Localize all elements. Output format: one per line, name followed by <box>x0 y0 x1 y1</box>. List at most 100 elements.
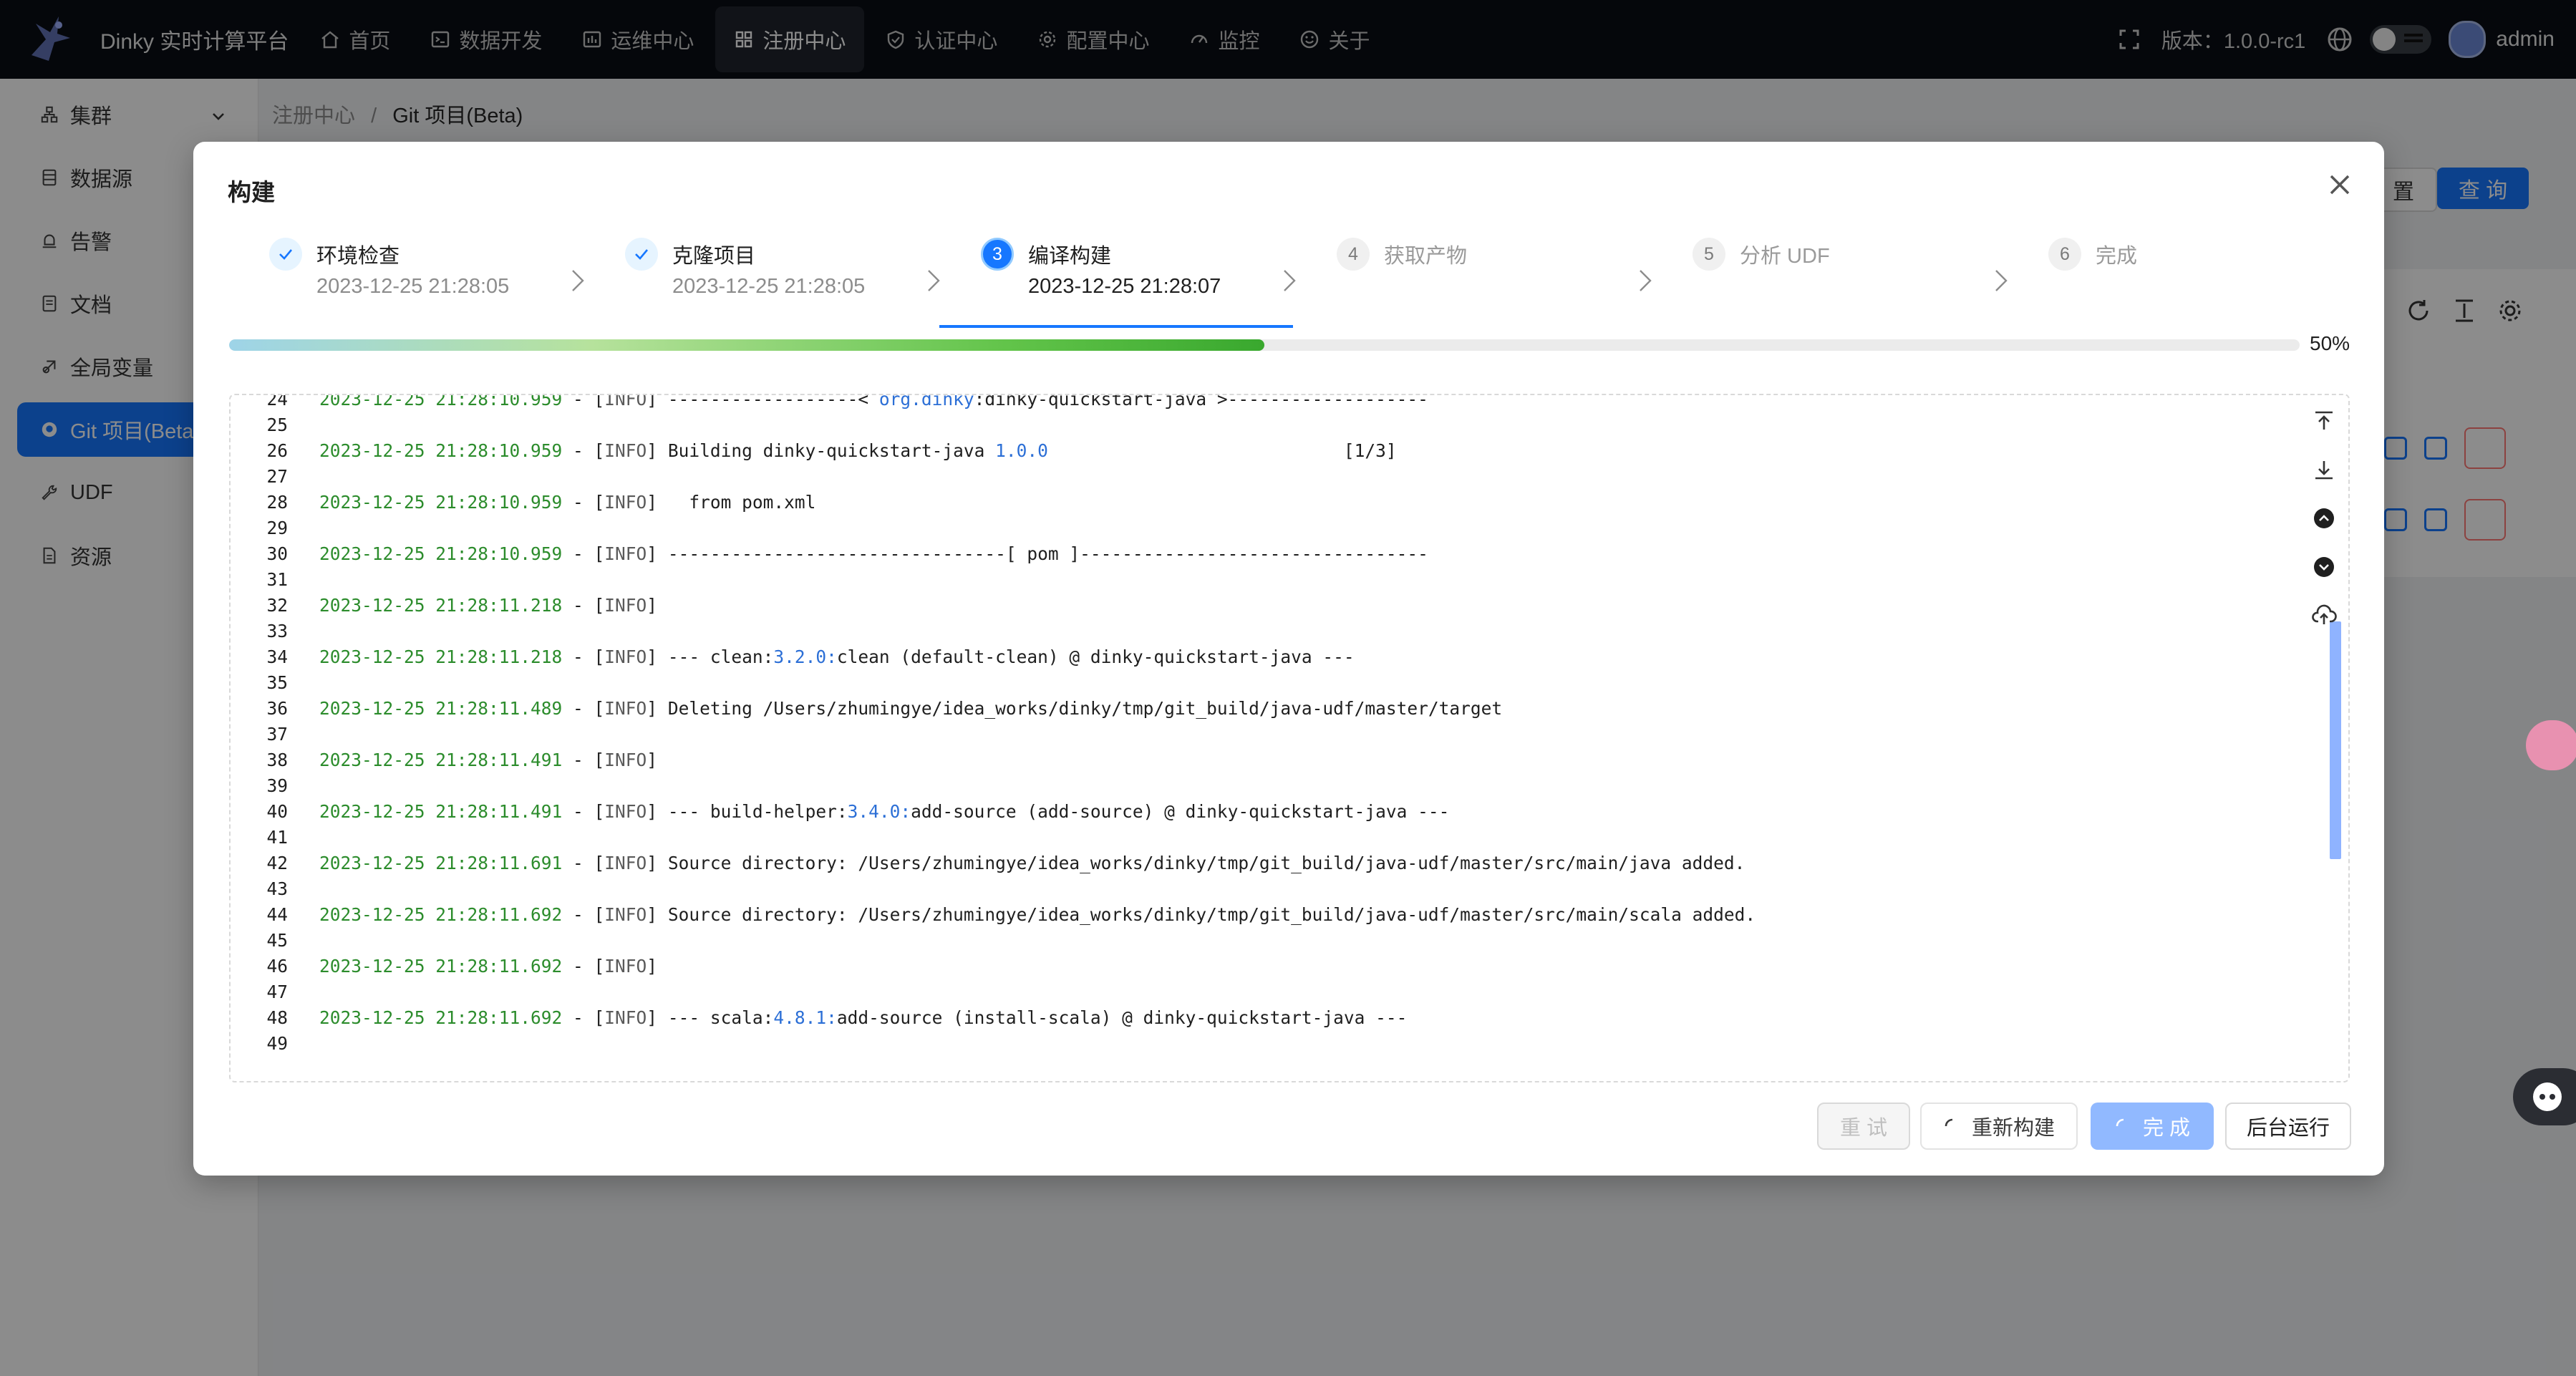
retry-button[interactable]: 重 试 <box>1817 1103 1910 1150</box>
step-label: 克隆项目 <box>672 245 756 268</box>
log-message: add-source (add-source) @ dinky-quicksta… <box>911 801 1450 822</box>
active-step-indicator <box>939 325 1293 328</box>
log-sep: - [ <box>562 801 605 822</box>
log-sep: - [ <box>562 543 605 564</box>
prev-icon[interactable] <box>2311 505 2337 531</box>
log-timestamp: 2023-12-25 21:28:11.692 <box>319 904 563 925</box>
log-sep: ] <box>647 1007 668 1028</box>
log-sep: ] <box>647 543 668 564</box>
line-number: 30 <box>266 543 288 564</box>
log-sep: ] <box>647 853 668 873</box>
log-toolbar <box>2304 401 2344 1074</box>
log-text: 2023-12-25 21:28:10.959 - [INFO] -------… <box>319 541 1428 567</box>
log-sep: - [ <box>562 956 605 977</box>
log-text: 2023-12-25 21:28:11.491 - [INFO] <box>319 747 668 773</box>
log-line: 43 <box>231 876 2292 902</box>
line-number: 47 <box>266 982 288 1002</box>
log-text: 2023-12-25 21:28:10.959 - [INFO] Buildin… <box>319 438 1397 464</box>
log-text: 2023-12-25 21:28:11.218 - [INFO] --- cle… <box>319 644 1355 670</box>
log-line: 27 <box>231 464 2292 490</box>
step-number: 4 <box>1337 238 1370 271</box>
log-line: 29 <box>231 515 2292 541</box>
log-sep: ] <box>647 698 668 719</box>
step-3[interactable]: 3 编译构建 2023-12-25 21:28:07 <box>939 228 1296 328</box>
log-line: 36 2023-12-25 21:28:11.489 - [INFO] Delet… <box>231 696 2292 722</box>
log-highlight: 4.8.1: <box>773 1007 837 1028</box>
line-number: 39 <box>266 775 288 796</box>
log-sep: ] <box>647 801 668 822</box>
log-sep: ] <box>647 595 668 616</box>
background-run-button[interactable]: 后台运行 <box>2225 1103 2351 1150</box>
log-text: 2023-12-25 21:28:11.218 - [INFO] <box>319 593 668 619</box>
log-text: 2023-12-25 21:28:10.959 - [INFO] -------… <box>319 395 1428 412</box>
step-1[interactable]: 环境检查 2023-12-25 21:28:05 <box>228 228 584 328</box>
rebuild-button[interactable]: 重新构建 <box>1920 1103 2078 1150</box>
log-timestamp: 2023-12-25 21:28:10.959 <box>319 543 563 564</box>
line-number: 48 <box>266 1007 288 1028</box>
finish-button[interactable]: 完 成 <box>2091 1103 2214 1150</box>
log-highlight: 3.4.0: <box>847 801 911 822</box>
log-level: INFO <box>604 750 647 770</box>
log-line: 46 2023-12-25 21:28:11.692 - [INFO] <box>231 954 2292 979</box>
log-line: 31 <box>231 567 2292 593</box>
log-sep: ] <box>647 904 668 925</box>
translate-float-button[interactable] <box>2526 720 2576 770</box>
log-level: INFO <box>604 595 647 616</box>
step-number: 5 <box>1693 238 1725 271</box>
step-6[interactable]: 6 完成 <box>2007 228 2360 328</box>
step-number: 3 <box>981 238 1014 271</box>
step-label: 环境检查 <box>316 245 400 268</box>
log-timestamp: 2023-12-25 21:28:11.491 <box>319 801 563 822</box>
log-line: 41 <box>231 825 2292 851</box>
log-text: 2023-12-25 21:28:10.959 - [INFO] from po… <box>319 490 815 515</box>
assistant-float-button[interactable] <box>2513 1068 2576 1125</box>
step-5[interactable]: 5 分析 UDF <box>1651 228 2008 328</box>
line-number: 34 <box>266 646 288 667</box>
log-sep: - [ <box>562 853 605 873</box>
log-text: 2023-12-25 21:28:11.692 - [INFO] <box>319 954 668 979</box>
scroll-top-icon[interactable] <box>2311 408 2337 434</box>
line-number: 42 <box>266 853 288 873</box>
line-number: 26 <box>266 440 288 461</box>
line-number: 46 <box>266 956 288 977</box>
line-number: 33 <box>266 621 288 641</box>
log-text: 2023-12-25 21:28:11.491 - [INFO] --- bui… <box>319 799 1449 825</box>
log-line: 40 2023-12-25 21:28:11.491 - [INFO] --- b… <box>231 799 2292 825</box>
log-content[interactable]: 24 2023-12-25 21:28:10.959 - [INFO] -----… <box>231 395 2292 1081</box>
log-message: [1/3] <box>1047 440 1397 461</box>
log-message: --- build-helper: <box>667 801 848 822</box>
log-line: 49 <box>231 1031 2292 1057</box>
step-2[interactable]: 克隆项目 2023-12-25 21:28:05 <box>584 228 940 328</box>
log-level: INFO <box>604 853 647 873</box>
log-message: add-source (install-scala) @ dinky-quick… <box>836 1007 1408 1028</box>
scroll-bottom-icon[interactable] <box>2311 457 2337 483</box>
line-number: 38 <box>266 750 288 770</box>
next-icon[interactable] <box>2311 554 2337 580</box>
log-level: INFO <box>604 1007 647 1028</box>
log-line: 39 <box>231 773 2292 799</box>
step-label: 分析 UDF <box>1740 245 1830 268</box>
log-sep: ] <box>647 956 668 977</box>
line-number: 37 <box>266 724 288 745</box>
loading-icon <box>1945 1118 1953 1127</box>
log-line: 30 2023-12-25 21:28:10.959 - [INFO] -----… <box>231 541 2292 567</box>
line-number: 32 <box>266 595 288 616</box>
line-number: 27 <box>266 466 288 487</box>
build-log[interactable]: 24 2023-12-25 21:28:10.959 - [INFO] -----… <box>229 394 2350 1082</box>
modal-title: 构建 <box>228 179 275 205</box>
line-number: 40 <box>266 801 288 822</box>
log-line: 25 <box>231 412 2292 438</box>
progress-text: 50% <box>2310 332 2350 354</box>
step-4[interactable]: 4 获取产物 <box>1295 228 1652 328</box>
log-level: INFO <box>604 492 647 513</box>
log-sep: - [ <box>562 904 605 925</box>
log-message: Source directory: /Users/zhumingye/idea_… <box>667 904 1756 925</box>
log-highlight: 3.2.0: <box>773 646 837 667</box>
log-sep: - [ <box>562 395 605 410</box>
log-text: 2023-12-25 21:28:11.692 - [INFO] Source … <box>319 902 1756 928</box>
step-label: 获取产物 <box>1384 245 1468 268</box>
log-timestamp: 2023-12-25 21:28:10.959 <box>319 492 563 513</box>
close-icon[interactable] <box>2324 169 2355 200</box>
log-timestamp: 2023-12-25 21:28:11.691 <box>319 853 563 873</box>
download-icon[interactable] <box>2311 603 2337 629</box>
